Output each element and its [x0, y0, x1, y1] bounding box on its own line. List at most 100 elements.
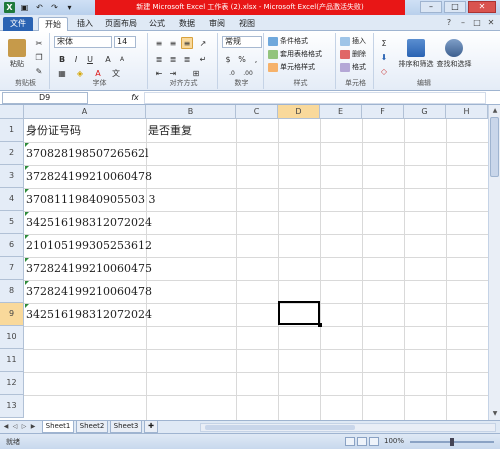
font-size-dropdown[interactable]: 14 [114, 36, 136, 48]
workbook-minimize-icon[interactable]: – [458, 18, 468, 28]
bold-icon[interactable]: B [56, 53, 68, 65]
row-header-4[interactable]: 4 [0, 188, 24, 211]
fx-icon[interactable]: fx [128, 92, 142, 104]
row-header-13[interactable]: 13 [0, 395, 24, 418]
align-bottom-icon[interactable]: ≡ [181, 37, 193, 49]
copy-icon[interactable]: ❐ [33, 51, 45, 63]
insert-cells-button[interactable]: 插入 [340, 36, 366, 46]
percent-icon[interactable]: % [236, 53, 248, 65]
row-header-9[interactable]: 9 [0, 303, 24, 326]
error-indicator[interactable] [25, 212, 29, 216]
page-layout-view-icon[interactable] [357, 437, 367, 446]
row-header-7[interactable]: 7 [0, 257, 24, 280]
cell-a5[interactable]: 342516198312072024 [24, 211, 152, 234]
cell-a1[interactable]: 身份证号码 [24, 119, 146, 142]
row-header-6[interactable]: 6 [0, 234, 24, 257]
row-header-3[interactable]: 3 [0, 165, 24, 188]
row-header-2[interactable]: 2 [0, 142, 24, 165]
number-format-dropdown[interactable]: 常规 [222, 36, 262, 48]
worksheet-grid[interactable]: A B C D E F G H 1 2 3 4 5 6 7 8 9 10 11 … [0, 105, 488, 420]
conditional-formatting-button[interactable]: 条件格式 [268, 36, 308, 46]
cut-icon[interactable]: ✂ [33, 37, 45, 49]
cell-b1[interactable]: 是否重复 [146, 119, 236, 142]
error-indicator[interactable] [25, 235, 29, 239]
align-left-icon[interactable]: ≣ [153, 53, 165, 65]
row-header-8[interactable]: 8 [0, 280, 24, 303]
wrap-text-icon[interactable]: ↵ [197, 53, 209, 65]
sheet-tab-sheet3[interactable]: Sheet3 [110, 421, 142, 433]
formula-input[interactable] [144, 92, 486, 104]
tab-formulas[interactable]: 公式 [144, 17, 170, 31]
tab-home[interactable]: 开始 [38, 17, 68, 31]
workbook-restore-icon[interactable]: □ [472, 18, 482, 28]
delete-cells-button[interactable]: 删除 [340, 49, 366, 59]
column-header-b[interactable]: B [146, 105, 236, 119]
underline-icon[interactable]: U [84, 53, 96, 65]
customize-qat-icon[interactable]: ▾ [64, 2, 75, 13]
sheet-tab-sheet2[interactable]: Sheet2 [76, 421, 108, 433]
active-cell-d9[interactable] [278, 301, 322, 327]
italic-icon[interactable]: I [70, 53, 82, 65]
tab-review[interactable]: 审阅 [204, 17, 230, 31]
row-header-10[interactable]: 10 [0, 326, 24, 349]
normal-view-icon[interactable] [345, 437, 355, 446]
workbook-close-icon[interactable]: ✕ [486, 18, 496, 28]
row-header-1[interactable]: 1 [0, 119, 24, 142]
error-indicator[interactable] [25, 189, 29, 193]
format-as-table-button[interactable]: 套用表格格式 [268, 49, 322, 59]
orientation-icon[interactable]: ↗ [197, 37, 209, 49]
cell-a6[interactable]: 210105199305253612 [24, 234, 152, 257]
cell-a3[interactable]: 372824199210060478 [24, 165, 152, 188]
page-break-view-icon[interactable] [369, 437, 379, 446]
tab-insert[interactable]: 插入 [72, 17, 98, 31]
align-right-icon[interactable]: ≣ [181, 53, 193, 65]
fill-icon[interactable]: ⬇ [378, 51, 390, 63]
select-all-corner[interactable] [0, 105, 24, 119]
zoom-level[interactable]: 100% [384, 437, 404, 445]
next-sheet-icon[interactable]: ▷ [20, 422, 28, 432]
autosum-icon[interactable]: Σ [378, 37, 390, 49]
column-header-c[interactable]: C [236, 105, 278, 119]
column-header-d[interactable]: D [278, 105, 320, 119]
cell-a7[interactable]: 372824199210060475 [24, 257, 152, 280]
close-button[interactable]: ✕ [468, 1, 496, 13]
tab-view[interactable]: 视图 [234, 17, 260, 31]
vertical-scrollbar[interactable]: ▲ ▼ [488, 105, 500, 420]
align-top-icon[interactable]: ≡ [153, 37, 165, 49]
shrink-font-icon[interactable]: A [116, 53, 128, 65]
font-name-dropdown[interactable]: 宋体 [54, 36, 112, 48]
row-header-12[interactable]: 12 [0, 372, 24, 395]
paste-button[interactable]: 粘贴 [5, 35, 29, 73]
cell-a9[interactable]: 342516198312072024 [24, 303, 152, 326]
column-header-f[interactable]: F [362, 105, 404, 119]
horizontal-scrollbar[interactable] [200, 423, 496, 432]
grow-font-icon[interactable]: A [102, 53, 114, 65]
first-sheet-icon[interactable]: ◀ [2, 422, 10, 432]
format-painter-icon[interactable]: ✎ [33, 65, 45, 77]
clear-icon[interactable]: ◇ [378, 65, 390, 77]
error-indicator[interactable] [25, 166, 29, 170]
cell-a2[interactable]: 37082819850726562l [24, 142, 149, 165]
cell-a8[interactable]: 372824199210060478 [24, 280, 152, 303]
column-header-h[interactable]: H [446, 105, 488, 119]
tab-page-layout[interactable]: 页面布局 [102, 17, 140, 31]
save-icon[interactable]: ▣ [19, 2, 30, 13]
column-header-g[interactable]: G [404, 105, 446, 119]
zoom-slider[interactable] [410, 438, 494, 446]
error-indicator[interactable] [25, 258, 29, 262]
error-indicator[interactable] [25, 304, 29, 308]
column-header-a[interactable]: A [24, 105, 146, 119]
tab-data[interactable]: 数据 [174, 17, 200, 31]
tab-file[interactable]: 文件 [3, 17, 33, 31]
scroll-down-icon[interactable]: ▼ [490, 409, 500, 419]
last-sheet-icon[interactable]: ▶ [29, 422, 37, 432]
find-select-button[interactable]: 查找和选择 [434, 35, 474, 73]
align-center-icon[interactable]: ≣ [167, 53, 179, 65]
zoom-slider-knob[interactable] [450, 438, 454, 446]
error-indicator[interactable] [25, 143, 29, 147]
maximize-button[interactable]: □ [444, 1, 466, 13]
name-box[interactable]: D9 [2, 92, 88, 104]
prev-sheet-icon[interactable]: ◁ [11, 422, 19, 432]
column-header-e[interactable]: E [320, 105, 362, 119]
vertical-scroll-thumb[interactable] [490, 117, 499, 177]
